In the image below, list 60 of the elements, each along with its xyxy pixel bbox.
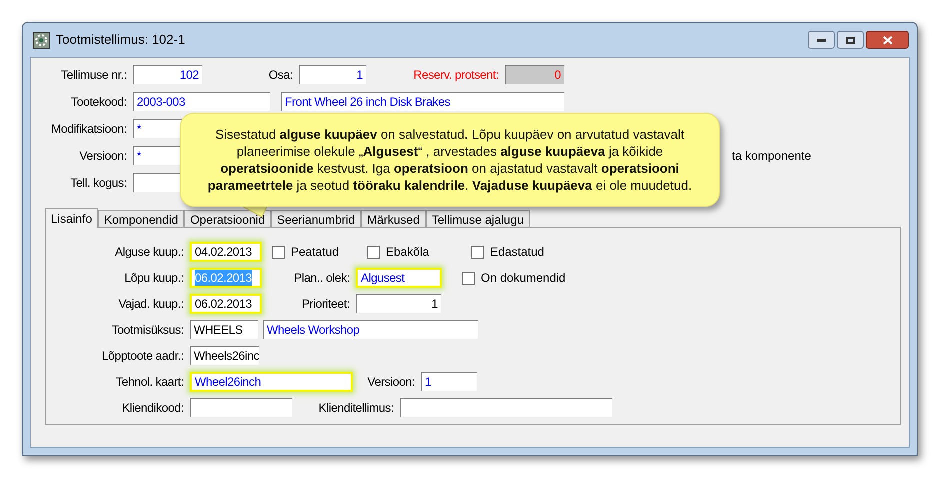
checkbox-label: Peatatud	[291, 244, 340, 261]
field-label: Lõpu kuup.:	[124, 270, 185, 287]
input-field[interactable]: Wheels Workshop	[263, 320, 479, 340]
field-label: Alguse kuup.:	[114, 244, 185, 261]
input-field[interactable]	[190, 398, 293, 418]
tab[interactable]: Märkused	[361, 210, 426, 227]
field-label: Versioon:	[78, 148, 128, 165]
input-field[interactable]: Front Wheel 26 inch Disk Brakes	[281, 92, 565, 112]
checkbox[interactable]	[471, 246, 484, 258]
input-field[interactable]: 1	[356, 294, 442, 314]
checkbox-label: Edastatud	[490, 244, 544, 261]
field-label: Osa:	[268, 67, 294, 84]
maximize-icon	[846, 36, 855, 44]
field-label: Plan.. olek:	[293, 270, 351, 287]
checkbox-label: ta komponente	[732, 148, 812, 165]
field-label: Vajad. kuup.:	[118, 296, 185, 313]
app-icon	[33, 32, 50, 48]
checkbox[interactable]	[367, 246, 380, 258]
field-label: Tell. kogus:	[70, 175, 128, 192]
field-label: Tehnol. kaart:	[115, 374, 185, 391]
field-label: Versioon:	[366, 374, 416, 391]
field-label: Modifikatsioon:	[50, 121, 128, 138]
field-label: Kliendikood:	[121, 400, 185, 417]
field-label: Tellimuse nr.:	[60, 67, 128, 84]
minimize-button[interactable]	[808, 31, 835, 49]
field-label: Prioriteet:	[300, 296, 351, 313]
tab[interactable]: Tellimuse ajalugu	[426, 210, 530, 227]
tab[interactable]: Komponendid	[98, 210, 184, 227]
input-field[interactable]: WHEELS	[190, 320, 259, 340]
maximize-button[interactable]	[837, 31, 864, 49]
minimize-icon	[817, 38, 826, 42]
input-field[interactable]: Algusest	[356, 268, 442, 288]
checkbox[interactable]	[462, 272, 475, 284]
input-field[interactable]: *	[133, 119, 183, 139]
input-field[interactable]: Wheels26inc	[190, 346, 260, 366]
close-button[interactable]	[866, 31, 909, 49]
input-field[interactable]: 06.02.2013	[190, 294, 262, 314]
input-field[interactable]: 1	[421, 372, 478, 392]
input-field[interactable]: 102	[133, 65, 203, 85]
input-field[interactable]: 2003-003	[133, 92, 271, 112]
tab[interactable]: Seerianumbrid	[271, 210, 362, 227]
input-field[interactable]: 1	[299, 65, 367, 85]
checkbox[interactable]	[272, 246, 285, 258]
field-label: Tootmisüksus:	[110, 322, 185, 339]
input-field[interactable]: *	[133, 146, 183, 166]
close-icon	[882, 36, 892, 44]
input-field[interactable]: Wheel26inch	[190, 372, 353, 392]
input-field[interactable]	[133, 173, 183, 193]
window-title: Tootmistellimus: 102-1	[56, 31, 186, 50]
tab[interactable]: Lisainfo	[45, 208, 98, 228]
field-label: Tootekood:	[70, 94, 128, 111]
checkbox-label: On dokumendid	[481, 270, 566, 287]
input-field[interactable]	[400, 398, 613, 418]
tab[interactable]: Operatsioonid	[184, 210, 272, 227]
callout-text: Sisestatud alguse kuupäev on salvestatud. Lõpu kuupäev on arvutatud vastavalt planeerimise olekule „Algusest“ , arvestades alguse kuupäeva ja kõikide operatsioonide kestvust. Iga operatsioon on ajastatud vastavalt operatsiooni parameetrtele ja seotud tööraku kalendrile. Vajaduse kuupäeva ei ole muudetud.	[206, 126, 694, 194]
field-label: Lõpptoote aadr.:	[101, 348, 185, 365]
field-label: Klienditellimus:	[318, 400, 395, 417]
input-field[interactable]: 04.02.2013	[190, 242, 262, 262]
checkbox-label: Ebakõla	[386, 244, 430, 261]
field-label: Reserv. protsent:	[412, 67, 500, 84]
